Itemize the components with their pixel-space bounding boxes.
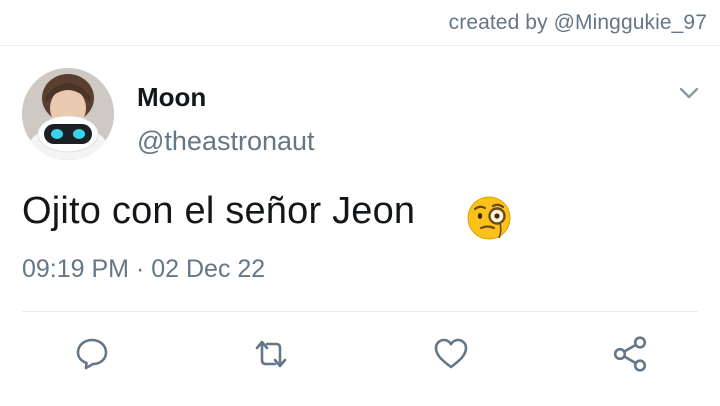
share-icon[interactable] — [610, 334, 650, 374]
reply-icon[interactable] — [72, 334, 112, 374]
user-handle[interactable]: @theastronaut — [137, 126, 315, 157]
meta-separator: · — [135, 255, 145, 283]
face-with-monocle-icon — [466, 195, 512, 241]
retweet-icon[interactable] — [251, 334, 291, 374]
avatar[interactable] — [22, 68, 114, 160]
display-name[interactable]: Moon — [137, 82, 206, 113]
tweet-date: 02 Dec 22 — [151, 255, 266, 283]
tweet-time: 09:19 PM — [22, 255, 130, 283]
credit-bar: created by @Minggukie_97 — [0, 0, 720, 46]
divider — [22, 311, 698, 312]
tweet-meta: 09:19 PM · 02 Dec 22 — [22, 255, 265, 284]
chevron-down-icon[interactable] — [678, 84, 700, 102]
creator-credit: created by @Minggukie_97 — [448, 11, 707, 34]
like-icon[interactable] — [431, 334, 471, 374]
tweet-text: Ojito con el señor Jeon — [22, 190, 416, 232]
